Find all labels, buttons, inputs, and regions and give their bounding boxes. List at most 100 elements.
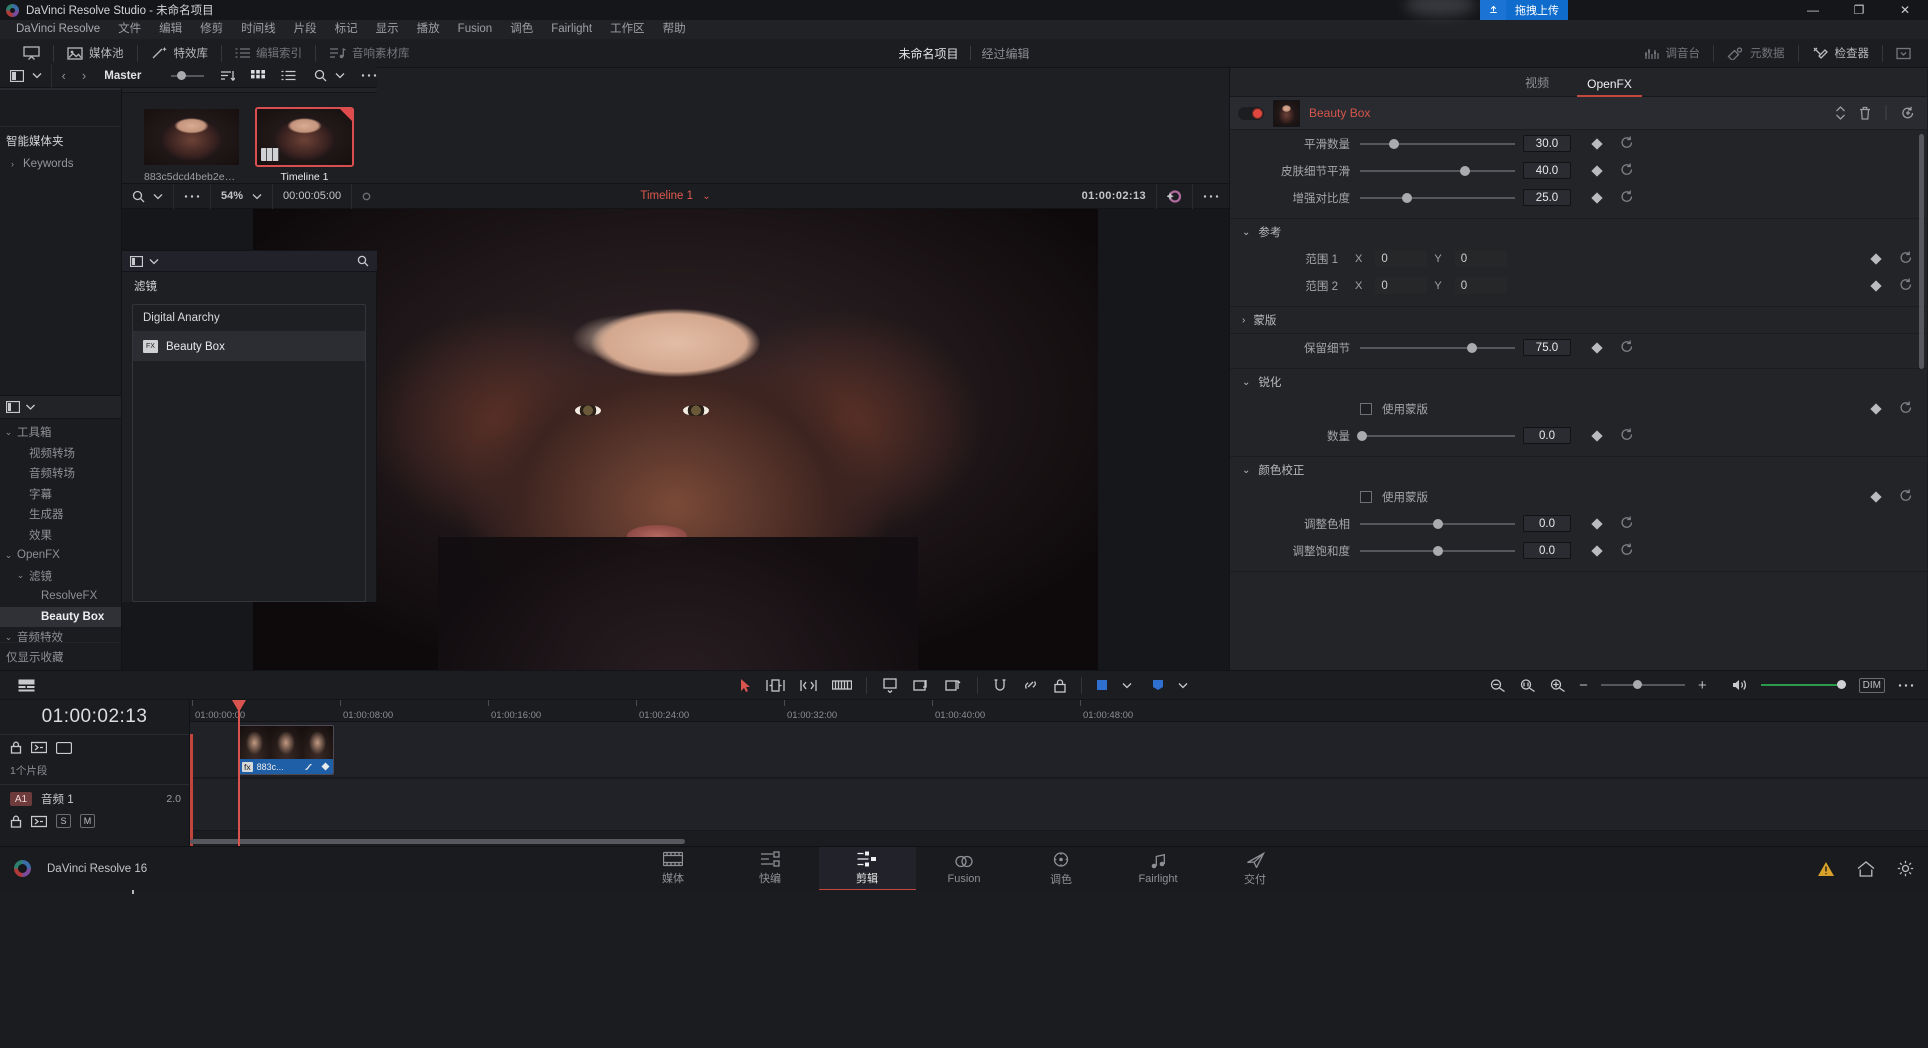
page-button-3[interactable]: 剪辑	[818, 846, 916, 891]
menu-item-view[interactable]: 显示	[367, 20, 408, 39]
search-icon[interactable]	[314, 69, 327, 82]
sort-icon[interactable]	[220, 70, 235, 82]
parameter-group-header[interactable]: ⌄ 参考	[1230, 219, 1927, 245]
keyframe-button[interactable]	[1870, 402, 1882, 415]
chevron-down-icon[interactable]	[149, 258, 159, 265]
timeline-playhead[interactable]	[238, 700, 240, 846]
reset-all-icon[interactable]	[1901, 106, 1915, 120]
tab-openfx[interactable]: OpenFX	[1577, 77, 1642, 97]
reset-button[interactable]	[1620, 543, 1634, 559]
replace-clip-icon[interactable]	[945, 678, 963, 693]
chevron-down-icon[interactable]: ⌄	[16, 570, 25, 581]
trash-icon[interactable]	[1859, 106, 1871, 120]
media-pool-search-row[interactable]	[122, 250, 377, 272]
lock-icon[interactable]	[10, 741, 22, 754]
parameter-value-input[interactable]: 75.0	[1523, 339, 1571, 356]
viewer-color-button[interactable]	[1157, 184, 1192, 209]
effects-tree-item[interactable]: ResolveFX	[0, 586, 121, 607]
viewer-search-button[interactable]	[122, 184, 173, 209]
keyframe-button[interactable]	[1870, 252, 1882, 265]
parameter-slider[interactable]	[1360, 164, 1515, 178]
reset-button[interactable]	[1620, 428, 1634, 444]
audio-monitor-icon[interactable]	[31, 815, 47, 828]
reset-button[interactable]	[1899, 251, 1913, 267]
effects-tree-item[interactable]: 视频转场	[0, 443, 121, 464]
inspector-parameters[interactable]: 平滑数量 30.0 皮肤细节平滑 40.0 增强对比度 25.0 ⌄ 参考 范围 1 X 0 Y 0 范围…	[1230, 130, 1927, 670]
close-button[interactable]: ✕	[1882, 0, 1928, 20]
audio-volume-slider[interactable]	[1760, 679, 1846, 691]
toolbar-collapse-button[interactable]	[1883, 39, 1924, 68]
inspector-scrollbar[interactable]	[1919, 134, 1924, 369]
lock-icon[interactable]	[10, 815, 22, 828]
page-button-1[interactable]: 媒体	[625, 847, 722, 891]
timeline-timecode[interactable]: 01:00:02:13	[0, 700, 189, 734]
menu-item-playback[interactable]: 播放	[408, 20, 449, 39]
page-button-7[interactable]: 交付	[1207, 847, 1304, 891]
slider-knob[interactable]	[1836, 680, 1846, 689]
reset-button[interactable]	[1899, 278, 1913, 294]
effects-entry-beauty-box[interactable]: FX Beauty Box	[133, 332, 365, 361]
effects-tree-item[interactable]: 音频转场	[0, 463, 121, 484]
keyframe-button[interactable]	[1591, 341, 1603, 354]
chevron-down-icon[interactable]: ⌄	[4, 550, 13, 561]
parameter-group-header[interactable]: ⌄ 颜色校正	[1230, 457, 1927, 483]
page-button-6[interactable]: Fairlight	[1110, 847, 1207, 891]
parameter-value-input[interactable]: 40.0	[1523, 162, 1571, 179]
inspector-button[interactable]: 检查器	[1799, 39, 1883, 68]
track-header-a1[interactable]: A1 音频 1 2.0 S M	[0, 784, 189, 834]
menu-item-workspace[interactable]: 工作区	[601, 20, 654, 39]
viewer-options-button[interactable]	[174, 184, 210, 209]
effects-tree-item[interactable]: 生成器	[0, 504, 121, 525]
slider-knob[interactable]	[1632, 680, 1642, 689]
overwrite-clip-icon[interactable]	[913, 678, 931, 693]
timeline-lane-a1[interactable]	[190, 779, 1928, 831]
linked-selection-icon[interactable]	[1022, 678, 1039, 692]
insert-clip-icon[interactable]	[881, 677, 899, 693]
chevron-down-icon[interactable]: ⌄	[1242, 227, 1250, 238]
parameter-slider[interactable]	[1360, 341, 1515, 355]
reset-button[interactable]	[1620, 190, 1634, 206]
ellipsis-icon[interactable]	[1898, 683, 1914, 688]
zoom-in-button[interactable]: +	[1698, 678, 1707, 693]
chevron-down-icon[interactable]	[335, 72, 345, 79]
track-header-v1[interactable]: 1个片段	[0, 734, 189, 784]
media-pool-clip[interactable]: Timeline 1	[255, 107, 354, 183]
menu-item-davinci[interactable]: DaVinci Resolve	[7, 20, 109, 39]
parameter-x-input[interactable]: 0	[1375, 277, 1428, 294]
chevron-down-icon[interactable]: ⌄	[4, 427, 13, 438]
viewer-record-timecode[interactable]: 01:00:02:13	[1072, 184, 1156, 209]
slider-knob[interactable]	[1389, 138, 1400, 149]
keyframe-button[interactable]	[1591, 164, 1603, 177]
menu-item-help[interactable]: 帮助	[654, 20, 695, 39]
zoom-detail-icon[interactable]	[1519, 678, 1536, 692]
cloud-upload-icon[interactable]	[1480, 0, 1506, 20]
dim-audio-button[interactable]: DIM	[1858, 677, 1885, 693]
timeline-lane-v1[interactable]: fx 883c...	[190, 722, 1928, 778]
chevron-down-icon[interactable]	[25, 403, 36, 411]
curve-icon[interactable]	[305, 758, 316, 775]
chevron-down-icon[interactable]: ⌄	[1242, 465, 1250, 476]
media-pool-clip[interactable]: 883c5dcd4beb2eb...	[144, 109, 239, 183]
effects-tree-item[interactable]: Beauty Box	[0, 606, 121, 627]
chevron-down-icon[interactable]	[32, 72, 42, 79]
keyframe-icon[interactable]	[321, 758, 330, 775]
sidebar-toggle-icon[interactable]	[6, 401, 20, 413]
grid-view-icon[interactable]	[251, 69, 265, 82]
parameter-value-input[interactable]: 30.0	[1523, 135, 1571, 152]
parameter-value-input[interactable]: 0.0	[1523, 542, 1571, 559]
chevron-down-icon[interactable]: ⌄	[1242, 377, 1250, 388]
dynamic-trim-icon[interactable]	[799, 678, 818, 693]
slider-knob[interactable]	[1460, 165, 1471, 176]
parameter-slider[interactable]	[1356, 429, 1515, 443]
menu-item-file[interactable]: 文件	[109, 20, 150, 39]
chevron-down-icon[interactable]: ⌄	[4, 632, 13, 642]
reset-button[interactable]	[1620, 136, 1634, 152]
parameter-slider[interactable]	[1360, 517, 1515, 531]
track-name[interactable]: 音频 1	[41, 791, 74, 807]
project-settings-icon[interactable]	[1897, 860, 1914, 877]
viewer-zoom-select[interactable]: 54%	[211, 184, 272, 209]
viewer-link-icon-cell[interactable]	[352, 184, 381, 209]
reset-button[interactable]	[1620, 163, 1634, 179]
menu-item-fusion[interactable]: Fusion	[449, 20, 502, 39]
timeline-horizontal-scrollbar[interactable]	[190, 839, 685, 844]
